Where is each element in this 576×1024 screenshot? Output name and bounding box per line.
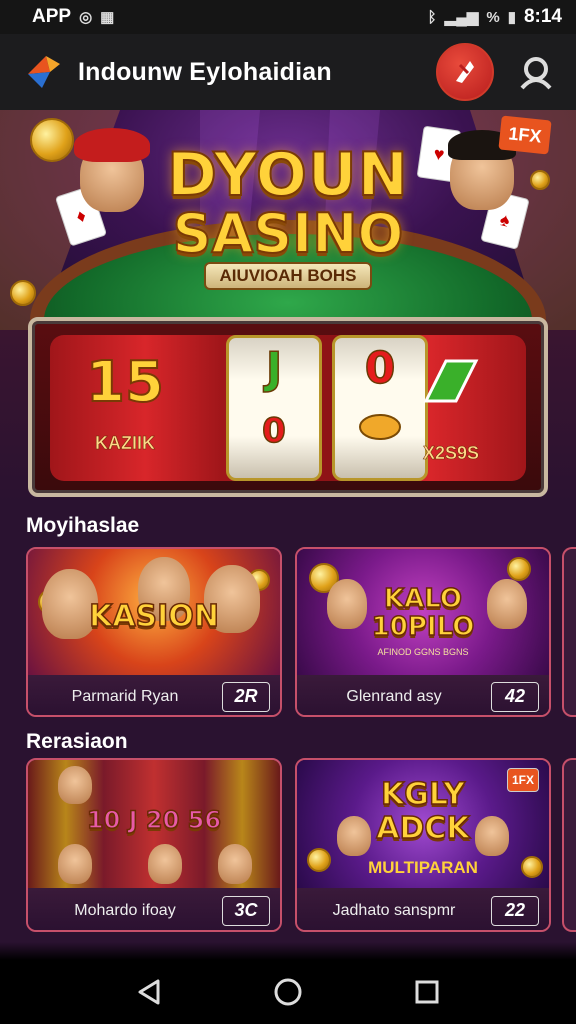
game-count-badge: 22: [491, 896, 539, 926]
battery-percent-text: %: [486, 8, 500, 26]
game-card[interactable]: 1FX KGLY ADCK MULTIPARAN Jadhato sanspmr…: [295, 758, 551, 932]
coin-icon: [507, 557, 531, 581]
recents-square-icon[interactable]: [407, 972, 447, 1012]
section-title-2: Rerasiaon: [26, 730, 128, 753]
flame-badge-icon[interactable]: [436, 43, 494, 101]
game-name: Parmarid Ryan: [71, 688, 179, 705]
game-card-footer: Jadhato sanspmr 22: [297, 888, 549, 930]
game-art-title: KGLY ADCK: [376, 777, 471, 847]
game-name: Jadhato sanspmr: [332, 902, 456, 919]
hero-banner[interactable]: ♦ ♥ ♠ 1FX DYOUN SASINO AIUVIOAH BOHS: [0, 110, 576, 330]
game-thumbnail: KALO 10PILO AFINOD GGNS BGNS: [297, 549, 549, 675]
section-title-1: Moyihaslae: [26, 514, 140, 537]
wifi-signal-icon: ▂▄▆: [444, 9, 479, 26]
game-art-title: KALO 10PILO: [371, 584, 475, 642]
slot-machine[interactable]: 15 KAZIIK J 0 0 X2S9S: [28, 317, 548, 497]
character-avatar: [58, 766, 92, 804]
game-card-footer: Mohardo ifoay 3C: [28, 888, 280, 930]
reel1-top-symbol: J: [265, 342, 283, 395]
game-art-subtitle: MULTIPARAN: [368, 858, 478, 877]
game-thumbnail: 10 J 20 56: [28, 760, 280, 888]
game-card[interactable]: KALO 10PILO AFINOD GGNS BGNS Glenrand as…: [295, 547, 551, 717]
system-nav-bar: [0, 960, 576, 1024]
coin-icon: [10, 280, 36, 306]
user-profile-icon[interactable]: [516, 52, 556, 92]
image-icon: ▦: [100, 9, 115, 26]
slot-left-panel: 15 KAZIIK: [50, 335, 200, 481]
game-count-badge: 3C: [222, 896, 270, 926]
slot-reel-1: J 0: [226, 335, 322, 481]
home-circle-icon[interactable]: [268, 972, 308, 1012]
character-avatar: [218, 844, 252, 884]
game-card-footer: Parmarid Ryan 2R: [28, 675, 280, 715]
game-count-badge: 2R: [222, 682, 270, 712]
reel1-bottom-symbol: 0: [261, 410, 286, 452]
status-bar: APP ◎ ▦ ᛒ ▂▄▆ % ▮ 8:14: [0, 0, 576, 34]
hero-subtitle: AIUVIOAH BOHS: [204, 262, 372, 290]
app-logo-icon[interactable]: [24, 52, 64, 92]
status-time: 8:14: [523, 6, 562, 27]
character-avatar: [148, 844, 182, 884]
game-name: Glenrand asy: [346, 688, 442, 705]
game-card-footer: Glenrand asy 42: [297, 675, 549, 715]
battery-icon: ▮: [507, 9, 516, 26]
slot-left-label: KAZIIK: [95, 433, 156, 454]
game-card-peek[interactable]: [562, 758, 576, 932]
character-avatar: [58, 844, 92, 884]
slot-right-symbol: [376, 351, 526, 425]
game-name: Mohardo ifoay: [74, 902, 176, 919]
location-icon: ◎: [79, 9, 93, 26]
slot-reels-panel: 15 KAZIIK J 0 0 X2S9S: [50, 335, 526, 481]
bottom-fade: [0, 942, 576, 960]
game-count-badge: 42: [491, 682, 539, 712]
slot-right-label: X2S9S: [422, 443, 480, 464]
game-card-peek[interactable]: [562, 547, 576, 717]
slot-right-panel: X2S9S: [376, 335, 526, 481]
game-thumbnail: KASION: [28, 549, 280, 675]
game-art-title: KASION: [88, 598, 219, 635]
game-card[interactable]: KASION Parmarid Ryan 2R: [26, 547, 282, 717]
game-thumbnail: 1FX KGLY ADCK MULTIPARAN: [297, 760, 549, 888]
bluetooth-icon: ᛒ: [427, 8, 437, 26]
game-card[interactable]: 10 J 20 56 Mohardo ifoay 3C: [26, 758, 282, 932]
slot-left-number: 15: [85, 350, 165, 416]
game-art-subtitle: AFINOD GGNS BGNS: [377, 647, 469, 657]
hero-title-line1: DYOUN: [166, 139, 409, 211]
app-title: Indounw Eylohaidian: [78, 57, 332, 86]
status-app-label: APP: [32, 6, 72, 27]
app-bar: Indounw Eylohaidian: [0, 34, 576, 110]
game-art-title: 10 J 20 56: [86, 805, 222, 835]
hero-title-line2: SASINO: [172, 201, 405, 266]
back-triangle-icon[interactable]: [129, 972, 169, 1012]
